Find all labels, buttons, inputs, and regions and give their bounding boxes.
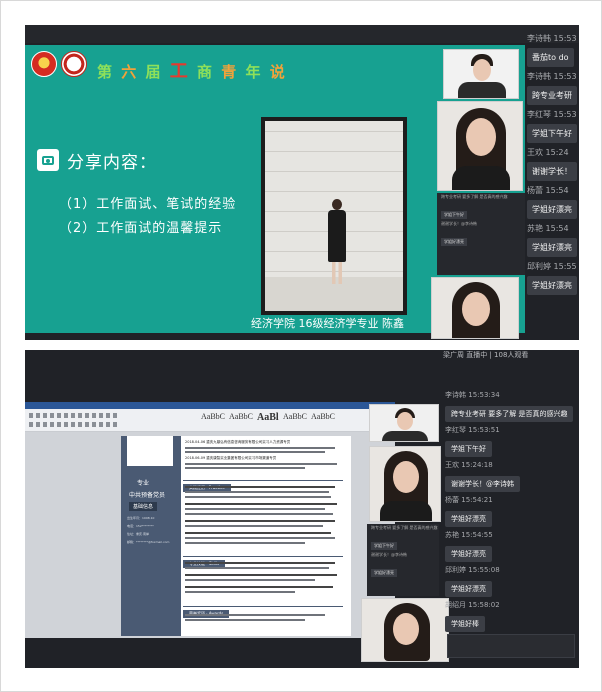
chat-message: 苏艳 15:54:55 学姐好漂亮 bbox=[445, 530, 579, 565]
chat-message: 王欢 15:24:18 谢谢学长！@李诗韩 bbox=[445, 460, 579, 495]
chat-sender: 邱利婷 15:55:08 bbox=[445, 566, 500, 574]
resume-major: 专业 bbox=[137, 480, 150, 487]
school-logo-icon bbox=[61, 51, 87, 77]
chat-sender: 杨蕾 15:54 bbox=[527, 186, 569, 195]
chat-bubble: 学姐下午好 bbox=[445, 441, 492, 457]
chat-message: 邱利婷 15:55:08 学姐好漂亮 bbox=[445, 565, 579, 600]
chat-bubble: 跨专业考研 bbox=[527, 86, 577, 105]
live-status-header: 梁广周 直播中 | 108人观看 bbox=[443, 351, 529, 359]
chat-sender: 胡绍月 15:58:02 bbox=[445, 601, 500, 609]
chat-bubble: 学姐好漂亮 bbox=[527, 238, 577, 257]
resume-page: 专业 中共预备党员 基础信息 出生年月：1998.10 电话：152******… bbox=[121, 436, 351, 636]
chat-sender: 杨蕾 15:54:21 bbox=[445, 496, 493, 504]
chat-bubble: 学姐好漂亮 bbox=[527, 200, 577, 219]
style-heading2[interactable]: AaBbC bbox=[283, 412, 307, 421]
word-document-window[interactable]: AaBbC AaBbC AaBl AaBbC AaBbC 专业 中共预备党员 基… bbox=[25, 402, 395, 638]
share-item: （2）工作面试的温馨提示 bbox=[59, 221, 223, 236]
chat-sender: 邱利婷 15:55 bbox=[527, 262, 577, 271]
ribbon-toolbar[interactable]: AaBbC AaBbC AaBl AaBbC AaBbC bbox=[25, 402, 395, 432]
chat-bubble: 番茄to do bbox=[527, 48, 574, 67]
chat-message: 苏艳 15:54 学姐好漂亮 bbox=[527, 223, 579, 261]
chat-message: 王欢 15:24 谢谢学长！ bbox=[527, 147, 579, 185]
livestream-screenshot-1: 第 六 届 工 商 青 年 说 分享内容： （1）工作面试、笔试的经验 （2）工… bbox=[25, 25, 579, 340]
embedded-chat-preview: 跨专业考研 要多了解 是否真的感兴趣 学姐下午好 谢谢学长！@李诗韩 学姐好漂亮 bbox=[437, 193, 525, 275]
chat-sender: 苏艳 15:54 bbox=[527, 224, 569, 233]
speaker-photo bbox=[261, 117, 407, 315]
chat-sender: 李红琴 15:53 bbox=[527, 110, 577, 119]
style-nospacing[interactable]: AaBbC bbox=[229, 412, 253, 421]
chat-bubble: 谢谢学长！@李诗韩 bbox=[445, 476, 520, 492]
chat-sender: 苏艳 15:54:55 bbox=[445, 531, 493, 539]
style-title[interactable]: AaBbC bbox=[311, 412, 335, 421]
host-video-tile[interactable] bbox=[443, 49, 519, 99]
speaker-closeup-tile[interactable] bbox=[431, 277, 519, 339]
chat-bubble: 学姐好棒 bbox=[445, 616, 485, 632]
host-video-tile[interactable] bbox=[369, 404, 439, 442]
chat-message: 李红琴 15:53:51 学姐下午好 bbox=[445, 425, 579, 460]
chat-bubble: 学姐好漂亮 bbox=[527, 276, 577, 295]
chat-sender: 李红琴 15:53:51 bbox=[445, 426, 500, 434]
chat-sender: 王欢 15:24 bbox=[527, 148, 569, 157]
chat-message: 邱利婷 15:55 学姐好漂亮 bbox=[527, 261, 579, 299]
speaker-video-tile[interactable] bbox=[437, 101, 523, 191]
camera-icon bbox=[37, 149, 59, 171]
basic-info-badge: 基础信息 bbox=[129, 502, 158, 511]
chat-bubble: 学姐好漂亮 bbox=[445, 511, 492, 527]
style-heading1[interactable]: AaBl bbox=[257, 412, 279, 423]
slide-caption: 经济学院 16级经济学专业 陈鑫 bbox=[251, 317, 404, 330]
collage-frame: 第 六 届 工 商 青 年 说 分享内容： （1）工作面试、笔试的经验 （2）工… bbox=[0, 0, 602, 692]
chat-sender: 王欢 15:24:18 bbox=[445, 461, 493, 469]
resume-photo bbox=[127, 436, 173, 466]
chat-bubble: 学姐下午好 bbox=[527, 124, 577, 143]
embedded-chat-preview: 跨专业考研 要多了解 是否真的感兴趣 学姐下午好 谢谢学长！@李诗韩 学姐好漂亮 bbox=[367, 524, 439, 596]
resume-party: 中共预备党员 bbox=[129, 492, 166, 499]
style-normal[interactable]: AaBbC bbox=[201, 412, 225, 421]
livestream-screenshot-2: 梁广周 直播中 | 108人观看 AaBbC AaBbC AaBl AaBbC … bbox=[25, 350, 579, 668]
chat-message: 李诗韩 15:53:34 跨专业考研 要多了解 是否真的感兴趣 bbox=[445, 390, 579, 425]
chat-input[interactable] bbox=[447, 634, 575, 658]
speaker-closeup-tile[interactable] bbox=[361, 598, 449, 662]
chat-bubble: 跨专业考研 要多了解 是否真的感兴趣 bbox=[445, 406, 574, 422]
share-item: （1）工作面试、笔试的经验 bbox=[59, 197, 237, 212]
chat-bubble: 谢谢学长！ bbox=[527, 162, 577, 181]
chat-message: 杨蕾 15:54 学姐好漂亮 bbox=[527, 185, 579, 223]
speaker-video-tile[interactable] bbox=[369, 446, 441, 522]
chat-message: 李诗韩 15:53 番茄to do bbox=[527, 33, 579, 71]
share-heading: 分享内容： bbox=[67, 153, 157, 173]
chat-bubble: 学姐好漂亮 bbox=[445, 581, 492, 597]
chat-sender: 李诗韩 15:53:34 bbox=[445, 391, 500, 399]
chat-message: 李红琴 15:53 学姐下午好 bbox=[527, 109, 579, 147]
chat-bubble: 学姐好漂亮 bbox=[445, 546, 492, 562]
chat-panel[interactable]: 李诗韩 15:53:34 跨专业考研 要多了解 是否真的感兴趣李红琴 15:53:… bbox=[445, 390, 579, 660]
youth-league-logo-icon bbox=[31, 51, 57, 77]
chat-panel[interactable]: 李诗韩 15:53 番茄to do 李诗韩 15:53 跨专业考研李红琴 15:53 学… bbox=[527, 33, 579, 333]
event-title: 第 六 届 工 商 青 年 说 bbox=[97, 61, 287, 82]
chat-sender: 李诗韩 15:53 bbox=[527, 72, 577, 81]
chat-sender: 李诗韩 15:53 bbox=[527, 34, 577, 43]
top-bar bbox=[25, 25, 579, 43]
chat-message: 李诗韩 15:53 跨专业考研 bbox=[527, 71, 579, 109]
chat-message: 杨蕾 15:54:21 学姐好漂亮 bbox=[445, 495, 579, 530]
chat-message: 胡绍月 15:58:02 学姐好棒 bbox=[445, 600, 579, 635]
